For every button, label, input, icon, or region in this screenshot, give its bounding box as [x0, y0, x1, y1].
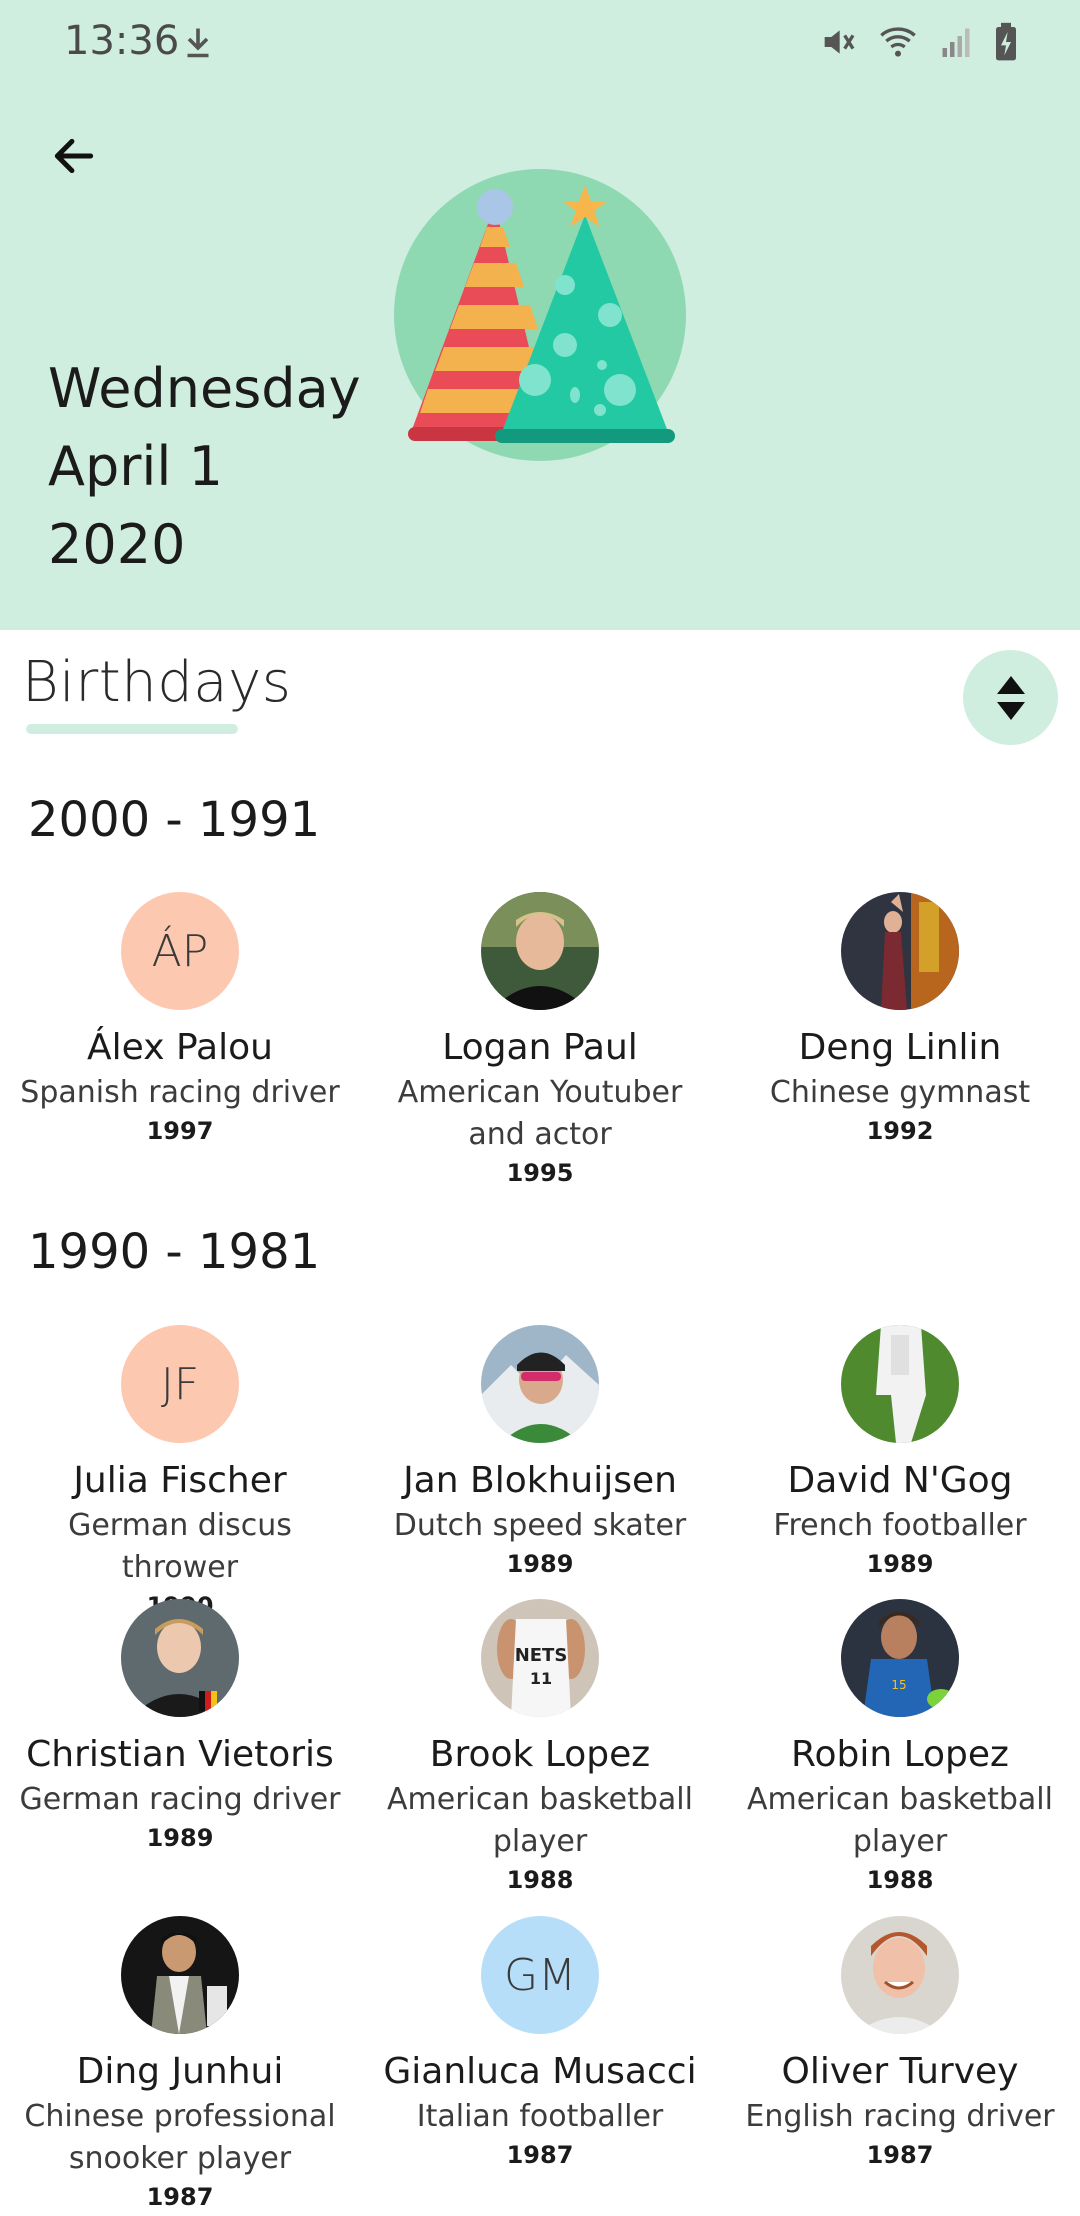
status-time: 13:36 [64, 18, 180, 64]
avatar-photo [121, 1916, 239, 2034]
person-card[interactable]: Jan Blokhuijsen Dutch speed skater 1989 [360, 1325, 720, 1581]
avatar: 15 [841, 1599, 959, 1717]
person-year: 1995 [506, 1159, 574, 1187]
person-card[interactable]: David N'Gog French footballer 1989 [720, 1325, 1080, 1581]
person-year: 1988 [506, 1866, 574, 1894]
back-button[interactable] [44, 126, 104, 186]
person-year: 1992 [866, 1117, 934, 1145]
avatar-initials: GM [503, 1949, 577, 2001]
person-description: French footballer [773, 1508, 1027, 1543]
weekday: Wednesday [48, 357, 361, 420]
person-description: Chinese gymnast [769, 1075, 1031, 1110]
avatar-photo [841, 1325, 959, 1443]
download-icon [187, 28, 209, 58]
avatar: ÁP [121, 892, 239, 1010]
avatar [841, 892, 959, 1010]
person-name: David N'Gog [787, 1460, 1013, 1501]
avatar-photo: NETS 11 [481, 1599, 599, 1717]
title-underline [26, 724, 238, 734]
person-name: Logan Paul [442, 1027, 638, 1068]
year: 2020 [48, 513, 186, 576]
avatar-photo [481, 892, 599, 1010]
person-description: English racing driver [745, 2099, 1055, 2134]
svg-text:11: 11 [530, 1669, 552, 1688]
person-year: 1987 [506, 2141, 574, 2169]
person-card[interactable]: Logan Paul American Youtuber and actor 1… [360, 892, 720, 1190]
group-header: 2000 - 1991 [28, 792, 321, 848]
person-year: 1988 [866, 1866, 934, 1894]
person-card[interactable]: Christian Vietoris German racing driver … [0, 1599, 360, 1855]
person-description: Chinese professional snooker player [24, 2099, 336, 2176]
arrow-back-icon [54, 138, 94, 174]
person-description: American Youtuber and actor [397, 1075, 683, 1152]
section-title-wrap: Birthdays [22, 650, 292, 734]
avatar-photo [481, 1325, 599, 1443]
person-year: 1989 [506, 1550, 574, 1578]
avatar-photo: 15 [841, 1599, 959, 1717]
person-name: Julia Fischer [73, 1460, 287, 1501]
person-name: Jan Blokhuijsen [403, 1460, 677, 1501]
avatar-photo [841, 1916, 959, 2034]
person-year: 1989 [146, 1824, 214, 1852]
signal-icon [942, 28, 970, 57]
person-name: Brook Lopez [429, 1734, 651, 1775]
person-card[interactable]: Oliver Turvey English racing driver 1987 [720, 1916, 1080, 2172]
person-description: American basketball player [747, 1782, 1053, 1859]
avatar [481, 1325, 599, 1443]
person-name: Deng Linlin [798, 1027, 1002, 1068]
person-card[interactable]: Ding Junhui Chinese professional snooker… [0, 1916, 360, 2214]
avatar-photo [841, 892, 959, 1010]
wifi-icon [880, 27, 916, 57]
person-name: Robin Lopez [791, 1734, 1009, 1775]
person-card[interactable]: 15 Robin Lopez American basketball playe… [720, 1599, 1080, 1897]
party-hats-icon [394, 169, 686, 461]
person-card[interactable]: ÁP Álex Palou Spanish racing driver 1997 [0, 892, 360, 1148]
avatar: GM [481, 1916, 599, 2034]
person-year: 1987 [146, 2183, 214, 2211]
person-name: Christian Vietoris [26, 1734, 334, 1775]
person-description: German racing driver [19, 1782, 341, 1817]
person-year: 1997 [146, 1117, 214, 1145]
sort-button[interactable] [963, 650, 1058, 745]
date-block: Wednesday April 1 2020 [48, 350, 408, 584]
group-header: 1990 - 1981 [28, 1224, 321, 1280]
person-description: American basketball player [387, 1782, 693, 1859]
person-card[interactable]: JF Julia Fischer German discus thrower 1… [0, 1325, 360, 1623]
person-name: Gianluca Musacci [383, 2051, 697, 2092]
person-year: 1989 [866, 1550, 934, 1578]
person-card[interactable]: GM Gianluca Musacci Italian footballer 1… [360, 1916, 720, 2172]
avatar [841, 1916, 959, 2034]
sort-icon [996, 675, 1025, 720]
avatar-initials: ÁP [151, 925, 209, 977]
avatar [841, 1325, 959, 1443]
person-description: Spanish racing driver [20, 1075, 340, 1110]
person-year: 1987 [866, 2141, 934, 2169]
person-name: Oliver Turvey [781, 2051, 1019, 2092]
status-icons [818, 22, 1020, 62]
person-card[interactable]: Deng Linlin Chinese gymnast 1992 [720, 892, 1080, 1148]
person-description: German discus thrower [68, 1508, 292, 1585]
person-name: Ding Junhui [76, 2051, 284, 2092]
header: 13:36 Wednesday April 1 2020 [0, 0, 1080, 630]
avatar: JF [121, 1325, 239, 1443]
person-card[interactable]: NETS 11 Brook Lopez American basketball … [360, 1599, 720, 1897]
section-title: Birthdays [22, 650, 292, 715]
avatar-initials: JF [160, 1358, 200, 1410]
battery-icon [996, 22, 1016, 61]
avatar [121, 1599, 239, 1717]
svg-text:15: 15 [891, 1678, 906, 1692]
avatar [481, 892, 599, 1010]
month-day: April 1 [48, 435, 223, 498]
avatar [121, 1916, 239, 2034]
svg-text:NETS: NETS [515, 1645, 568, 1666]
avatar: NETS 11 [481, 1599, 599, 1717]
status-bar: 13:36 [0, 0, 1080, 90]
avatar-photo [121, 1599, 239, 1717]
person-description: Dutch speed skater [393, 1508, 687, 1543]
mute-icon [824, 30, 855, 54]
person-description: Italian footballer [416, 2099, 664, 2134]
person-name: Álex Palou [87, 1027, 273, 1068]
